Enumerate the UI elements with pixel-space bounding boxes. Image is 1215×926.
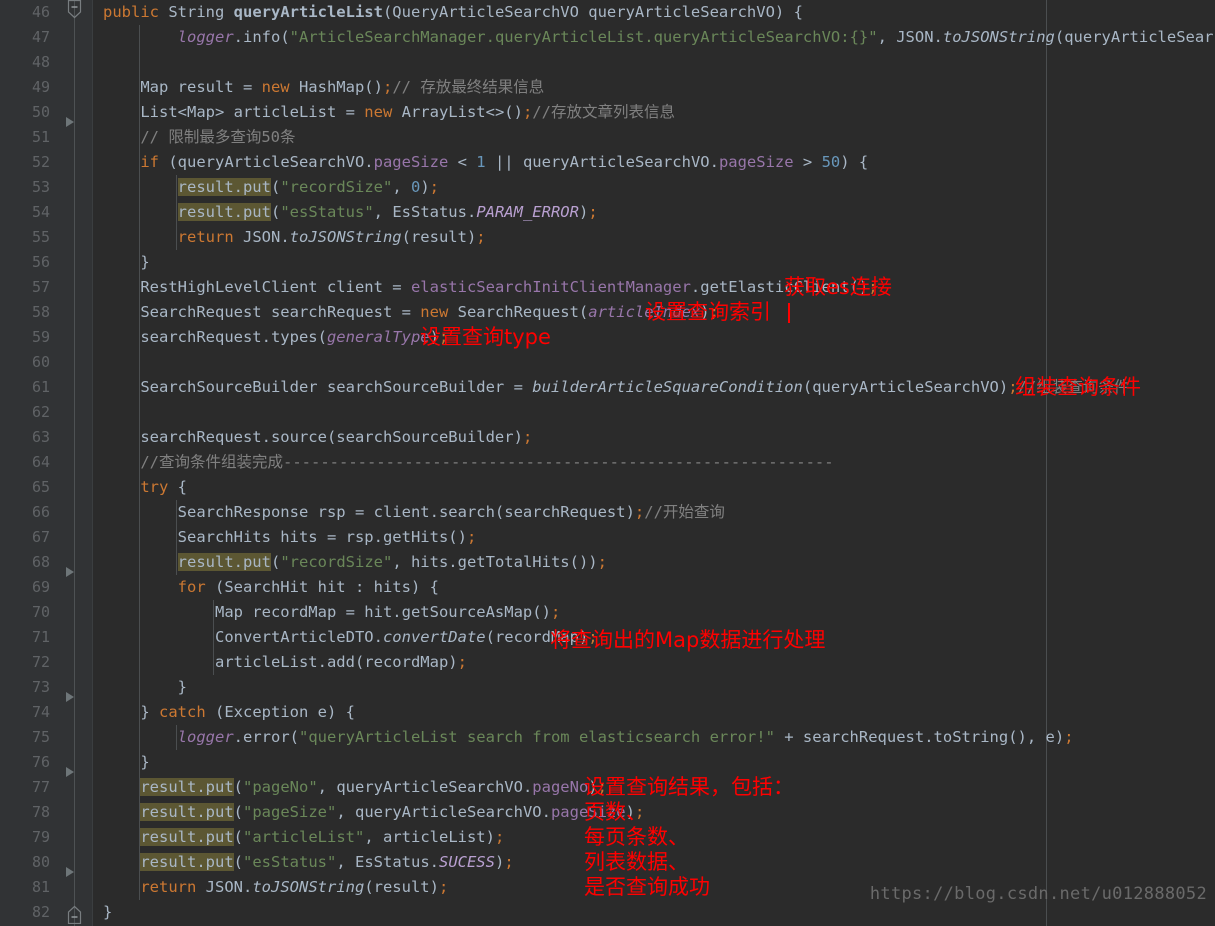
annotation-get-es-connection: 获取es连接 [784, 275, 892, 299]
code-line[interactable]: Map recordMap = hit.getSourceAsMap(); [93, 600, 560, 625]
fold-arrow-icon[interactable] [66, 767, 74, 777]
code-line[interactable]: SearchRequest searchRequest = new Search… [93, 300, 719, 325]
line-number: 69 [31, 578, 50, 596]
line-number: 49 [31, 78, 50, 96]
line-number: 54 [31, 203, 50, 221]
code-line[interactable]: try { [93, 475, 187, 500]
fold-arrow-icon[interactable] [66, 117, 74, 127]
line-number: 62 [31, 403, 50, 421]
annotation-set-result: 设置查询结果，包括： [584, 775, 794, 799]
line-number: 51 [31, 128, 50, 146]
code-line[interactable]: } [93, 675, 187, 700]
code-line[interactable]: } [93, 750, 149, 775]
line-number: 47 [31, 28, 50, 46]
code-line[interactable]: SearchResponse rsp = client.search(searc… [93, 500, 725, 525]
fold-arrow-icon[interactable] [66, 692, 74, 702]
line-number: 61 [31, 378, 50, 396]
annotation-set-query-type: 设置查询type [420, 325, 551, 349]
code-line[interactable]: result.put("esStatus", EsStatus.SUCESS); [93, 850, 514, 875]
line-number: 58 [31, 303, 50, 321]
line-number: 57 [31, 278, 50, 296]
code-line[interactable]: logger.error("queryArticleList search fr… [93, 725, 1074, 750]
fold-arrow-icon[interactable] [66, 867, 74, 877]
line-number: 65 [31, 478, 50, 496]
code-line[interactable]: //查询条件组装完成------------------------------… [93, 450, 833, 475]
line-number: 82 [31, 903, 50, 921]
gutter-separator [92, 0, 93, 926]
code-line[interactable]: result.put("recordSize", 0); [93, 175, 439, 200]
line-number: 50 [31, 103, 50, 121]
annotation-page-size: 每页条数、 [584, 825, 689, 849]
annotation-set-query-index: 设置查询索引 [645, 300, 771, 324]
code-line[interactable]: SearchHits hits = rsp.getHits(); [93, 525, 477, 550]
line-number: 73 [31, 678, 50, 696]
line-number: 71 [31, 628, 50, 646]
code-line[interactable]: public String queryArticleList(QueryArti… [93, 0, 803, 25]
code-line[interactable]: return JSON.toJSONString(result); [93, 875, 448, 900]
code-line[interactable]: SearchSourceBuilder searchSourceBuilder … [93, 375, 1129, 400]
line-number: 46 [31, 3, 50, 21]
annotation-process-map-data: 将查询出的Map数据进行处理 [550, 628, 826, 652]
code-line[interactable]: articleList.add(recordMap); [93, 650, 467, 675]
code-line[interactable] [93, 400, 112, 425]
line-number: 68 [31, 553, 50, 571]
code-line[interactable]: searchRequest.source(searchSourceBuilder… [93, 425, 532, 450]
annotation-page-no: 页数、 [584, 800, 647, 824]
line-number: 80 [31, 853, 50, 871]
line-number: 66 [31, 503, 50, 521]
code-line[interactable] [93, 50, 112, 75]
line-number: 81 [31, 878, 50, 896]
line-number: 74 [31, 703, 50, 721]
line-number: 56 [31, 253, 50, 271]
line-number: 64 [31, 453, 50, 471]
fold-minus-end-icon[interactable] [64, 903, 85, 924]
code-line[interactable]: for (SearchHit hit : hits) { [93, 575, 439, 600]
code-line[interactable]: RestHighLevelClient client = elasticSear… [93, 275, 877, 300]
line-number: 78 [31, 803, 50, 821]
text-caret [788, 303, 790, 323]
code-line[interactable]: logger.info("ArticleSearchManager.queryA… [93, 25, 1215, 50]
code-line[interactable]: if (queryArticleSearchVO.pageSize < 1 ||… [93, 150, 868, 175]
code-line[interactable]: // 限制最多查询50条 [93, 125, 295, 150]
line-number: 55 [31, 228, 50, 246]
code-line[interactable]: result.put("pageSize", queryArticleSearc… [93, 800, 644, 825]
line-number: 76 [31, 753, 50, 771]
line-number: 79 [31, 828, 50, 846]
watermark-url: https://blog.csdn.net/u012888052 [869, 884, 1207, 904]
line-number: 60 [31, 353, 50, 371]
code-line[interactable]: searchRequest.types(generalType); [93, 325, 448, 350]
line-number: 67 [31, 528, 50, 546]
line-number: 53 [31, 178, 50, 196]
line-number: 75 [31, 728, 50, 746]
code-line[interactable]: result.put("articleList", articleList); [93, 825, 504, 850]
code-line[interactable]: return JSON.toJSONString(result); [93, 225, 486, 250]
annotation-list-data: 列表数据、 [584, 850, 689, 874]
right-margin-guide [1046, 0, 1047, 926]
annotation-build-query-condition: 组装查询条件 [1015, 375, 1141, 399]
line-number: 72 [31, 653, 50, 671]
code-line[interactable]: Map result = new HashMap();// 存放最终结果信息 [93, 75, 544, 100]
code-line[interactable]: result.put("pageNo", queryArticleSearchV… [93, 775, 607, 800]
fold-minus-icon[interactable] [64, 0, 85, 21]
line-number: 70 [31, 603, 50, 621]
code-editor[interactable]: 46 47 48 49 50 51 52 53 54 55 56 57 58 5… [0, 0, 1215, 926]
code-line[interactable]: result.put("recordSize", hits.getTotalHi… [93, 550, 607, 575]
line-number: 63 [31, 428, 50, 446]
fold-rail [74, 0, 75, 926]
annotation-query-success: 是否查询成功 [584, 875, 710, 899]
code-line[interactable]: result.put("esStatus", EsStatus.PARAM_ER… [93, 200, 598, 225]
code-line[interactable]: } [93, 250, 149, 275]
editor-gutter[interactable]: 46 47 48 49 50 51 52 53 54 55 56 57 58 5… [0, 0, 93, 926]
line-number: 59 [31, 328, 50, 346]
code-line[interactable]: } catch (Exception e) { [93, 700, 355, 725]
line-number: 52 [31, 153, 50, 171]
line-number: 77 [31, 778, 50, 796]
code-line[interactable] [93, 350, 112, 375]
code-line[interactable]: List<Map> articleList = new ArrayList<>(… [93, 100, 675, 125]
fold-arrow-icon[interactable] [66, 567, 74, 577]
line-number: 48 [31, 53, 50, 71]
code-line[interactable]: } [93, 900, 112, 925]
code-line[interactable]: ConvertArticleDTO.convertDate(recordMap)… [93, 625, 598, 650]
